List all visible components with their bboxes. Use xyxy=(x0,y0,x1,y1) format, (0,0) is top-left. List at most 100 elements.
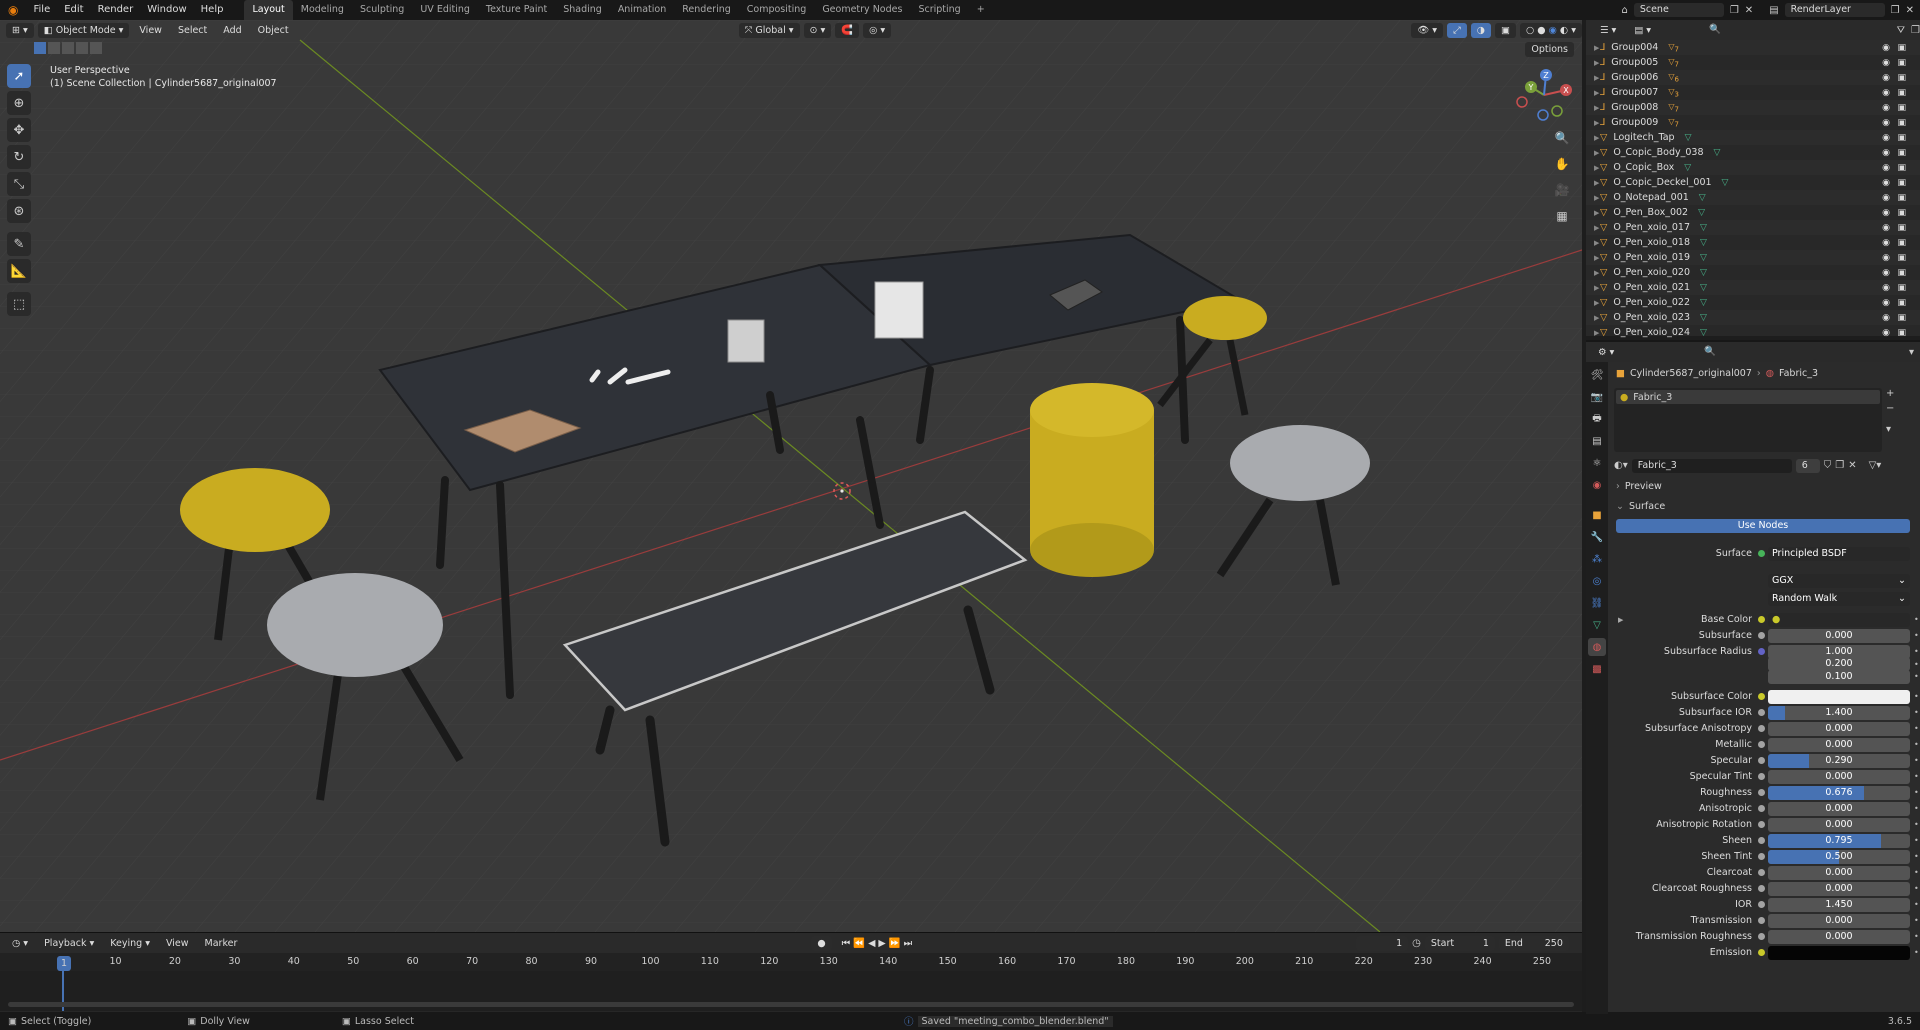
number-field[interactable]: 0.000 xyxy=(1768,913,1910,928)
select-new-icon[interactable] xyxy=(34,42,46,54)
input-socket-icon[interactable] xyxy=(1758,725,1765,732)
eye-icon[interactable]: ◉ xyxy=(1882,268,1890,278)
outliner-search-input[interactable]: 🔍 xyxy=(1703,23,1781,37)
mesh-data-icon[interactable]: ▽ xyxy=(1700,298,1707,308)
outliner-row[interactable]: ▶ ▽ O_Pen_xoio_018 ▽ ◉ ▣ xyxy=(1586,235,1920,250)
ortho-toggle-button[interactable]: ▦ xyxy=(1552,206,1572,226)
input-socket-icon[interactable] xyxy=(1758,917,1765,924)
duplicate-material-icon[interactable]: ❐ xyxy=(1835,460,1844,471)
viewport-menu-view[interactable]: View xyxy=(133,23,168,38)
eye-icon[interactable]: ◉ xyxy=(1882,118,1890,128)
overlay-button[interactable]: ◑ xyxy=(1470,22,1491,38)
browse-material-button[interactable]: ◐▾ xyxy=(1614,460,1628,471)
outliner-row[interactable]: ▶ ⅃ Group005 ▽7 ◉ ▣ xyxy=(1586,55,1920,70)
tab-shading[interactable]: Shading xyxy=(555,0,610,20)
blender-logo-icon[interactable]: ◉ xyxy=(0,3,26,17)
tab-material[interactable]: ◍ xyxy=(1588,638,1606,656)
tab-constraints[interactable]: ⛓ xyxy=(1588,594,1606,612)
tab-tool[interactable]: 🛠 xyxy=(1588,366,1606,384)
expand-arrow-icon[interactable]: ▶ xyxy=(1594,179,1599,187)
material-name-field[interactable]: Fabric_3 xyxy=(1631,458,1792,473)
menu-render[interactable]: Render xyxy=(91,0,141,20)
remove-view-layer-icon[interactable]: ✕ xyxy=(1906,5,1914,16)
properties-editor-type[interactable]: ⚙ ▾ xyxy=(1592,345,1620,360)
expand-arrow-icon[interactable]: ▶ xyxy=(1594,44,1599,52)
viewport-menu-select[interactable]: Select xyxy=(172,23,213,38)
tab-output[interactable]: 🖶 xyxy=(1588,410,1606,428)
expand-arrow-icon[interactable]: ▶ xyxy=(1594,134,1599,142)
expand-arrow-icon[interactable]: ▶ xyxy=(1594,284,1599,292)
zoom-button[interactable]: 🔍 xyxy=(1552,128,1572,148)
properties-search-input[interactable]: 🔍 xyxy=(1698,345,1859,359)
camera-render-icon[interactable]: ▣ xyxy=(1897,118,1906,128)
current-frame-marker[interactable]: 1 xyxy=(57,956,72,971)
current-frame-field[interactable]: 1 xyxy=(1356,935,1409,951)
mesh-data-icon[interactable]: ▽ xyxy=(1698,208,1705,218)
viewport-menu-object[interactable]: Object xyxy=(252,23,295,38)
eye-icon[interactable]: ◉ xyxy=(1882,298,1890,308)
keyframe-dot-icon[interactable]: • xyxy=(1914,900,1918,909)
number-field[interactable]: 0.000 xyxy=(1768,865,1910,880)
material-users-count[interactable]: 6 xyxy=(1795,458,1820,473)
camera-render-icon[interactable]: ▣ xyxy=(1897,163,1906,173)
tab-object[interactable]: ■ xyxy=(1588,506,1606,524)
mesh-data-icon[interactable]: ▽ xyxy=(1699,193,1706,203)
menu-help[interactable]: Help xyxy=(194,0,231,20)
input-socket-icon[interactable] xyxy=(1758,773,1765,780)
select-intersect-icon[interactable] xyxy=(90,42,102,54)
outliner-row[interactable]: ▶ ▽ O_Pen_xoio_024 ▽ ◉ ▣ xyxy=(1586,325,1920,340)
add-slot-button[interactable]: + xyxy=(1886,388,1894,399)
rotate-tool[interactable]: ↻ xyxy=(7,145,31,169)
unlink-material-icon[interactable]: ✕ xyxy=(1848,460,1856,471)
mesh-data-icon[interactable]: ▽ xyxy=(1700,253,1707,263)
new-scene-icon[interactable]: ❐ xyxy=(1730,5,1739,16)
camera-render-icon[interactable]: ▣ xyxy=(1897,268,1906,278)
number-field[interactable]: 0.500 xyxy=(1768,849,1910,864)
outliner-row[interactable]: ▶ ▽ O_Pen_xoio_023 ▽ ◉ ▣ xyxy=(1586,310,1920,325)
keyframe-dot-icon[interactable]: • xyxy=(1914,631,1918,640)
camera-render-icon[interactable]: ▣ xyxy=(1897,253,1906,263)
shading-mode-buttons[interactable]: ○ ● ◉ ◐ ▾ xyxy=(1519,22,1582,38)
input-socket-icon[interactable] xyxy=(1758,901,1765,908)
outliner-row[interactable]: ▶ ▽ O_Copic_Deckel_001 ▽ ◉ ▣ xyxy=(1586,175,1920,190)
camera-render-icon[interactable]: ▣ xyxy=(1897,313,1906,323)
input-socket-icon[interactable] xyxy=(1758,837,1765,844)
tab-modifiers[interactable]: 🔧 xyxy=(1588,528,1606,546)
input-socket-icon[interactable] xyxy=(1758,949,1765,956)
slot-menu-button[interactable]: ▾ xyxy=(1886,424,1894,435)
material-slot[interactable]: ● Fabric_3 xyxy=(1616,390,1880,404)
visibility-button[interactable]: 👁 ▾ xyxy=(1411,22,1444,38)
expand-arrow-icon[interactable]: ▶ xyxy=(1594,119,1599,127)
add-workspace-button[interactable]: + xyxy=(969,0,993,20)
number-field[interactable]: 0.000 xyxy=(1768,801,1910,816)
outliner-row[interactable]: ▶ ⅃ Group004 ▽7 ◉ ▣ xyxy=(1586,40,1920,55)
tab-scripting[interactable]: Scripting xyxy=(910,0,968,20)
3d-viewport[interactable]: X Y Z ⊞ ▾ ◧ Object Mode ▾ View Select Ad… xyxy=(0,20,1582,932)
eye-icon[interactable]: ◉ xyxy=(1882,148,1890,158)
timeline-track[interactable] xyxy=(0,971,1582,1011)
move-tool[interactable]: ✥ xyxy=(7,118,31,142)
tab-animation[interactable]: Animation xyxy=(610,0,674,20)
keyframe-dot-icon[interactable]: • xyxy=(1914,868,1918,877)
select-invert-icon[interactable] xyxy=(76,42,88,54)
xray-button[interactable]: ▣ xyxy=(1494,22,1516,38)
material-slot-list[interactable]: ● Fabric_3 xyxy=(1614,388,1882,452)
input-socket-icon[interactable] xyxy=(1758,757,1765,764)
camera-render-icon[interactable]: ▣ xyxy=(1897,328,1906,338)
tab-geometry-nodes[interactable]: Geometry Nodes xyxy=(814,0,910,20)
input-socket-icon[interactable] xyxy=(1758,933,1765,940)
transform-tool[interactable]: ⊛ xyxy=(7,199,31,223)
input-socket-icon[interactable] xyxy=(1758,869,1765,876)
eye-icon[interactable]: ◉ xyxy=(1882,253,1890,263)
mode-dropdown[interactable]: ◧ Object Mode ▾ xyxy=(37,22,130,38)
number-field[interactable]: 0.000 xyxy=(1768,737,1910,752)
camera-render-icon[interactable]: ▣ xyxy=(1897,103,1906,113)
proportional-edit-button[interactable]: ◎ ▾ xyxy=(863,22,892,38)
options-button[interactable]: Options xyxy=(1525,42,1574,57)
filter-icon[interactable]: ⛛ xyxy=(1897,25,1905,36)
link-mode-icon[interactable]: ▽▾ xyxy=(1869,460,1882,471)
outliner-row[interactable]: ▶ ▽ O_Copic_Body_038 ▽ ◉ ▣ xyxy=(1586,145,1920,160)
timeline-menu-playback[interactable]: Playback ▾ xyxy=(38,936,100,951)
camera-render-icon[interactable]: ▣ xyxy=(1897,178,1906,188)
timeline-menu-keying[interactable]: Keying ▾ xyxy=(104,936,156,951)
